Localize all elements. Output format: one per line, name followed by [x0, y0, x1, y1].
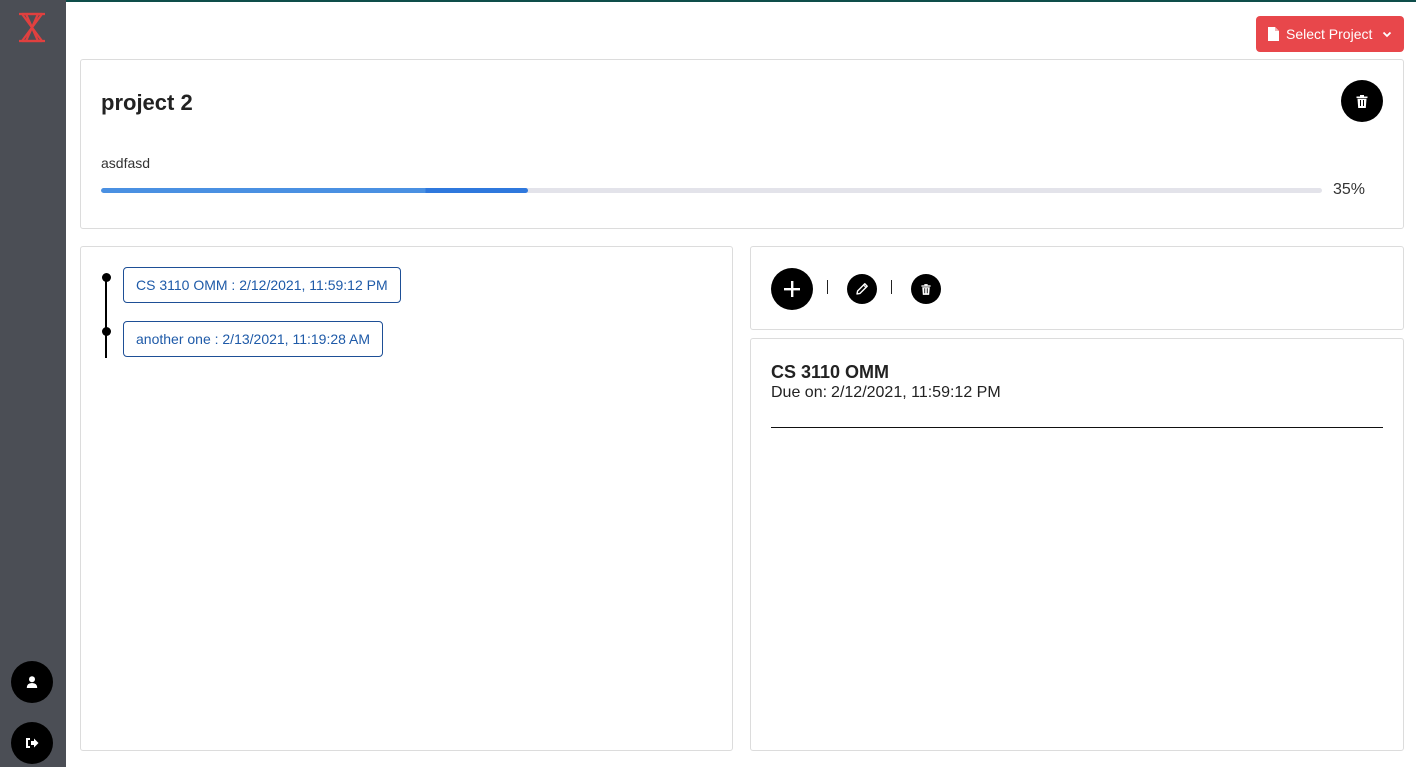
timeline-dot: [102, 273, 111, 282]
plus-icon: [783, 280, 801, 298]
sidebar: [0, 0, 66, 767]
logout-button[interactable]: [11, 722, 53, 764]
select-project-dropdown[interactable]: Select Project: [1256, 16, 1404, 52]
due-value: 2/12/2021, 11:59:12 PM: [831, 384, 1001, 401]
timeline-card: CS 3110 OMM : 2/12/2021, 11:59:12 PM ano…: [80, 246, 733, 751]
task-due-date: Due on: 2/12/2021, 11:59:12 PM: [771, 384, 1001, 402]
progress-percent-label: 35%: [1333, 181, 1366, 198]
edit-task-button[interactable]: [847, 274, 877, 304]
action-separator: [891, 280, 892, 294]
timeline-line: [105, 275, 107, 358]
hourglass-logo-icon[interactable]: [17, 12, 47, 43]
project-description: asdfasd: [101, 155, 151, 171]
trash-icon: [1356, 94, 1368, 108]
user-icon: [26, 676, 38, 688]
user-profile-button[interactable]: [11, 661, 53, 703]
project-progress-bar: [101, 188, 1322, 193]
chevron-down-icon: [1382, 31, 1392, 38]
project-card: project 2 asdfasd 35%: [80, 59, 1404, 229]
timeline-item[interactable]: CS 3110 OMM : 2/12/2021, 11:59:12 PM: [123, 267, 401, 303]
add-task-button[interactable]: [771, 268, 813, 310]
delete-task-button[interactable]: [911, 274, 941, 304]
project-title: project 2: [101, 90, 193, 115]
task-actions-card: [750, 246, 1404, 330]
timeline-item[interactable]: another one : 2/13/2021, 11:19:28 AM: [123, 321, 384, 357]
due-prefix: Due on:: [771, 384, 828, 401]
top-accent-line: [0, 0, 1416, 2]
pencil-icon: [855, 282, 869, 296]
select-project-label: Select Project: [1286, 26, 1373, 42]
progress-fill: [101, 188, 529, 193]
timeline-dot: [102, 327, 111, 336]
task-detail-card: CS 3110 OMM Due on: 2/12/2021, 11:59:12 …: [750, 338, 1404, 751]
task-title: CS 3110 OMM: [771, 362, 890, 382]
action-separator: [827, 280, 828, 294]
divider: [771, 427, 1383, 428]
trash-icon: [921, 283, 931, 295]
file-icon: [1268, 27, 1279, 41]
logout-icon: [25, 737, 39, 749]
delete-project-button[interactable]: [1341, 80, 1383, 122]
